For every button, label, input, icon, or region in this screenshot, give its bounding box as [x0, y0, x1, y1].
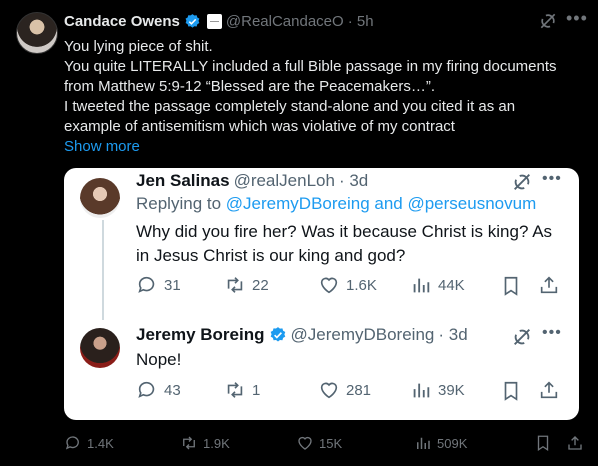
affiliate-badge-icon	[206, 14, 222, 29]
reply1-view-count: 44K	[410, 274, 465, 296]
reply-icon	[138, 381, 155, 398]
grok-icon	[514, 174, 530, 190]
more-options-icon: •••	[542, 324, 562, 341]
grok-icon	[514, 329, 530, 345]
reply2-text: Nope!	[136, 350, 182, 369]
views-icon	[417, 437, 430, 449]
like-icon	[320, 277, 338, 294]
reply2-view-count: 39K	[410, 379, 465, 401]
repost-icon	[227, 277, 243, 293]
tweet-line: from Matthew 5:9-12 “Blessed are the Pea…	[64, 78, 435, 95]
reply2-author-name: Jeremy Boreing	[136, 325, 265, 344]
reply2-reply-count: 43	[136, 379, 181, 401]
view-count: 44K	[438, 276, 465, 294]
bookmark-icon	[504, 276, 518, 296]
reply1-avatar	[80, 178, 120, 218]
reply-count: 31	[164, 276, 181, 294]
reply-icon	[65, 436, 79, 450]
repost-count: 1.9K	[203, 435, 230, 451]
reply-icon	[138, 276, 155, 293]
replying-to: Replying to @JeremyDBoreing and @perseus…	[136, 192, 536, 216]
replying-to-label: Replying to	[136, 194, 222, 213]
repost-count: 1	[252, 381, 261, 399]
author-avatar[interactable]	[16, 12, 58, 54]
like-count: 281	[346, 381, 372, 399]
like-count: 1.6K	[346, 276, 377, 294]
like-icon	[320, 382, 338, 399]
reply1-author-name: Jen Salinas	[136, 171, 230, 190]
repost-count: 22	[252, 276, 269, 294]
author-handle[interactable]: @RealCandaceO	[226, 13, 344, 30]
tweet-text: You lying piece of shit. You quite LITER…	[64, 37, 594, 157]
like-button[interactable]: 15K	[296, 434, 342, 452]
reply2-avatar	[80, 328, 120, 368]
reply-count: 43	[164, 381, 181, 399]
share-icon	[540, 381, 558, 399]
repost-icon	[183, 436, 195, 450]
tweet-time[interactable]: · 5h	[348, 13, 374, 30]
reply2-header: Jeremy Boreing @JeremyDBoreing · 3d	[136, 325, 468, 345]
quoted-screenshot-card[interactable]: Jen Salinas @realJenLoh · 3d ••• Replyin…	[64, 168, 579, 420]
reply2-repost-count: 1	[224, 379, 260, 401]
tweet-line: You lying piece of shit.	[64, 38, 213, 55]
reply2-like-count: 281	[318, 379, 371, 401]
views-button[interactable]: 509K	[414, 434, 467, 452]
tweet-line: I tweeted the passage completely stand-a…	[64, 98, 516, 115]
view-count: 39K	[438, 381, 465, 399]
reply1-reply-count: 31	[136, 274, 181, 296]
reply1-header: Jen Salinas @realJenLoh · 3d	[136, 171, 368, 191]
repost-button[interactable]: 1.9K	[180, 434, 230, 452]
view-count: 509K	[437, 435, 468, 451]
like-icon	[298, 436, 312, 450]
replying-to-handles: @JeremyDBoreing and @perseusnovum	[225, 194, 537, 213]
reply2-handle: @JeremyDBoreing	[290, 325, 435, 344]
thread-line	[102, 220, 104, 320]
reply1-repost-count: 22	[224, 274, 269, 296]
reply1-line: Why did you fire her? Was it because Chr…	[136, 222, 553, 241]
verified-badge-icon	[185, 14, 200, 28]
tweet-line: example of antisemitism which was violat…	[64, 118, 455, 135]
show-more-link[interactable]: Show more	[64, 137, 594, 157]
reply1-line: in Jesus Christ is our king and god?	[136, 246, 406, 265]
repost-icon	[227, 382, 243, 398]
views-icon	[413, 383, 430, 398]
views-icon	[413, 278, 430, 293]
tweet-header: Candace Owens @RealCandaceO · 5h	[64, 13, 374, 30]
grok-icon[interactable]	[538, 11, 558, 31]
reply1-time: · 3d	[338, 171, 369, 190]
reply2-time: · 3d	[438, 325, 468, 344]
reply-button[interactable]: 1.4K	[64, 434, 114, 452]
reply-count: 1.4K	[87, 435, 114, 451]
tweet-line: You quite LITERALLY included a full Bibl…	[64, 58, 557, 75]
verified-badge-icon	[270, 327, 285, 342]
reply1-like-count: 1.6K	[318, 274, 377, 296]
share-icon[interactable]	[566, 434, 584, 452]
author-name[interactable]: Candace Owens	[64, 13, 180, 30]
share-icon	[540, 276, 558, 294]
reply1-handle: @realJenLoh	[233, 171, 335, 190]
more-options-icon: •••	[542, 170, 562, 187]
bookmark-icon[interactable]	[534, 434, 552, 452]
more-options-icon[interactable]: •••	[566, 8, 588, 29]
bookmark-icon	[504, 381, 518, 401]
like-count: 15K	[319, 435, 343, 451]
